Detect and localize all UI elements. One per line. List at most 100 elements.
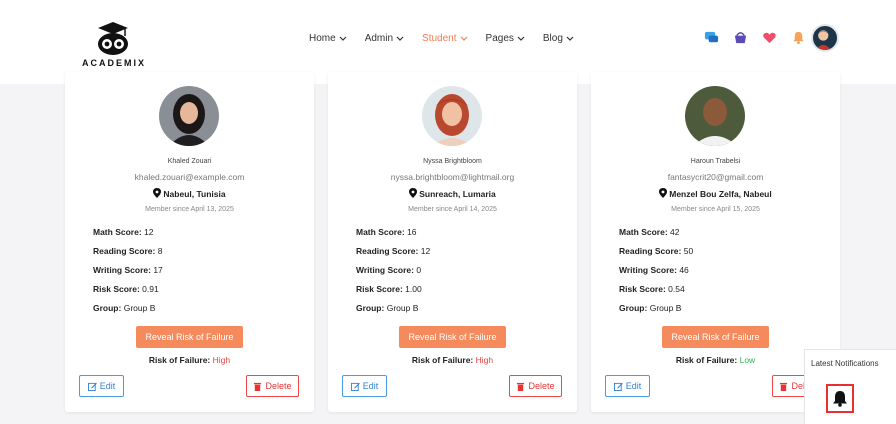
edit-button[interactable]: Edit [79,375,124,397]
reveal-risk-button[interactable]: Reveal Risk of Failure [399,326,506,348]
writing-label: Writing Score: [356,265,414,275]
logo-owl-icon [98,22,128,55]
reading-score: Reading Score: 8 [93,245,163,264]
edit-icon [613,382,623,391]
group-value: Group B [123,303,156,313]
chevron-down-icon [517,36,525,41]
user-avatar[interactable] [811,24,839,52]
edit-button[interactable]: Edit [605,375,650,397]
risk-score-value: 0.54 [668,284,685,294]
delete-button[interactable]: Delete [509,375,562,397]
reading-score: Reading Score: 50 [619,245,693,264]
writing-value: 46 [679,265,689,275]
chevron-down-icon [339,36,347,41]
edit-button[interactable]: Edit [342,375,387,397]
risk-value: High [212,355,231,365]
nav-home-label: Home [309,33,336,44]
group: Group: Group B [619,302,693,321]
basket-icon[interactable] [733,30,748,45]
main-nav: Home Admin Student Pages Blog [309,33,574,44]
chat-icon[interactable] [704,30,719,45]
reveal-risk-button[interactable]: Reveal Risk of Failure [662,326,769,348]
reveal-risk-button[interactable]: Reveal Risk of Failure [136,326,243,348]
group-label: Group: [619,303,648,313]
delete-label: Delete [265,381,292,391]
writing-label: Writing Score: [93,265,151,275]
math-score: Math Score: 12 [93,226,163,245]
reading-label: Reading Score: [93,246,156,256]
delete-label: Delete [528,381,555,391]
reading-score: Reading Score: 12 [356,245,430,264]
student-location: Nabeul, Tunisia [65,188,314,199]
notifications-title: Latest Notifications [811,359,879,368]
student-location: Menzel Bou Zelfa, Nabeul [591,188,840,199]
student-card: Haroun Trabelsi fantasycrit20@gmail.com … [591,72,840,412]
student-location-text: Nabeul, Tunisia [163,189,226,199]
group-value: Group B [386,303,419,313]
risk-of-failure: Risk of Failure: Low [591,355,840,365]
student-name: Khaled Zouari [167,158,212,165]
nav-pages[interactable]: Pages [486,33,525,44]
risk-of-failure: Risk of Failure: High [328,355,577,365]
brand-name: ACADEMIX [82,58,147,68]
member-since: Member since April 13, 2025 [145,206,234,213]
bell-icon[interactable] [791,30,806,45]
reading-value: 8 [157,246,163,256]
nav-pages-label: Pages [485,33,514,44]
risk-score-label: Risk Score: [93,284,140,294]
student-name: Haroun Trabelsi [690,158,741,165]
edit-label: Edit [99,381,116,391]
writing-score: Writing Score: 0 [356,264,430,283]
location-pin-icon [153,188,162,198]
risk-score: Risk Score: 1.00 [356,283,430,302]
risk-label: Risk of Failure: [411,355,474,365]
risk-label: Risk of Failure: [675,355,738,365]
writing-value: 0 [416,265,422,275]
reading-value: 50 [683,246,694,256]
risk-value: High [475,355,494,365]
trash-icon [254,382,262,391]
math-value: 16 [407,227,417,237]
chevron-down-icon [396,36,404,41]
nav-blog-label: Blog [542,33,563,44]
nav-admin[interactable]: Admin [365,33,404,44]
group-value: Group B [649,303,682,313]
notifications-panel: Latest Notifications [804,349,896,424]
location-pin-icon [409,188,418,198]
chevron-down-icon [460,36,467,41]
edit-icon [87,382,97,391]
delete-button[interactable]: Delete [246,375,299,397]
group: Group: Group B [356,302,430,321]
nav-blog[interactable]: Blog [543,33,574,44]
student-location-text: Sunreach, Lumaria [419,189,496,199]
reading-label: Reading Score: [356,246,419,256]
group: Group: Group B [93,302,163,321]
location-pin-icon [659,188,668,198]
academix-logo[interactable]: ACADEMIX [80,22,148,70]
student-card: Khaled Zouari khaled.zouari@example.com … [65,72,314,412]
heart-icon[interactable] [762,30,777,45]
student-email: nyssa.brightbloom@lightmail.org [390,172,515,182]
writing-score: Writing Score: 46 [619,264,693,283]
notifications-bell-button[interactable] [826,384,854,413]
member-since: Member since April 15, 2025 [671,206,760,213]
risk-of-failure: Risk of Failure: High [65,355,314,365]
nav-home[interactable]: Home [309,33,347,44]
math-value: 42 [670,227,680,237]
student-card: Nyssa Brightbloom nyssa.brightbloom@ligh… [328,72,577,412]
edit-label: Edit [625,381,642,391]
nav-student[interactable]: Student [422,33,467,44]
user-avatar-image [815,30,831,50]
student-location-text: Menzel Bou Zelfa, Nabeul [669,189,772,199]
student-stats: Math Score: 16 Reading Score: 12 Writing… [356,226,430,321]
edit-label: Edit [362,381,379,391]
member-since: Member since April 14, 2025 [408,206,497,213]
writing-score: Writing Score: 17 [93,264,163,283]
student-photo [159,86,219,146]
student-stats: Math Score: 42 Reading Score: 50 Writing… [619,226,693,321]
bell-icon [833,391,847,407]
reading-value: 12 [420,246,431,256]
math-label: Math Score: [93,227,142,237]
risk-value: Low [739,355,756,365]
header-icons [704,30,806,45]
